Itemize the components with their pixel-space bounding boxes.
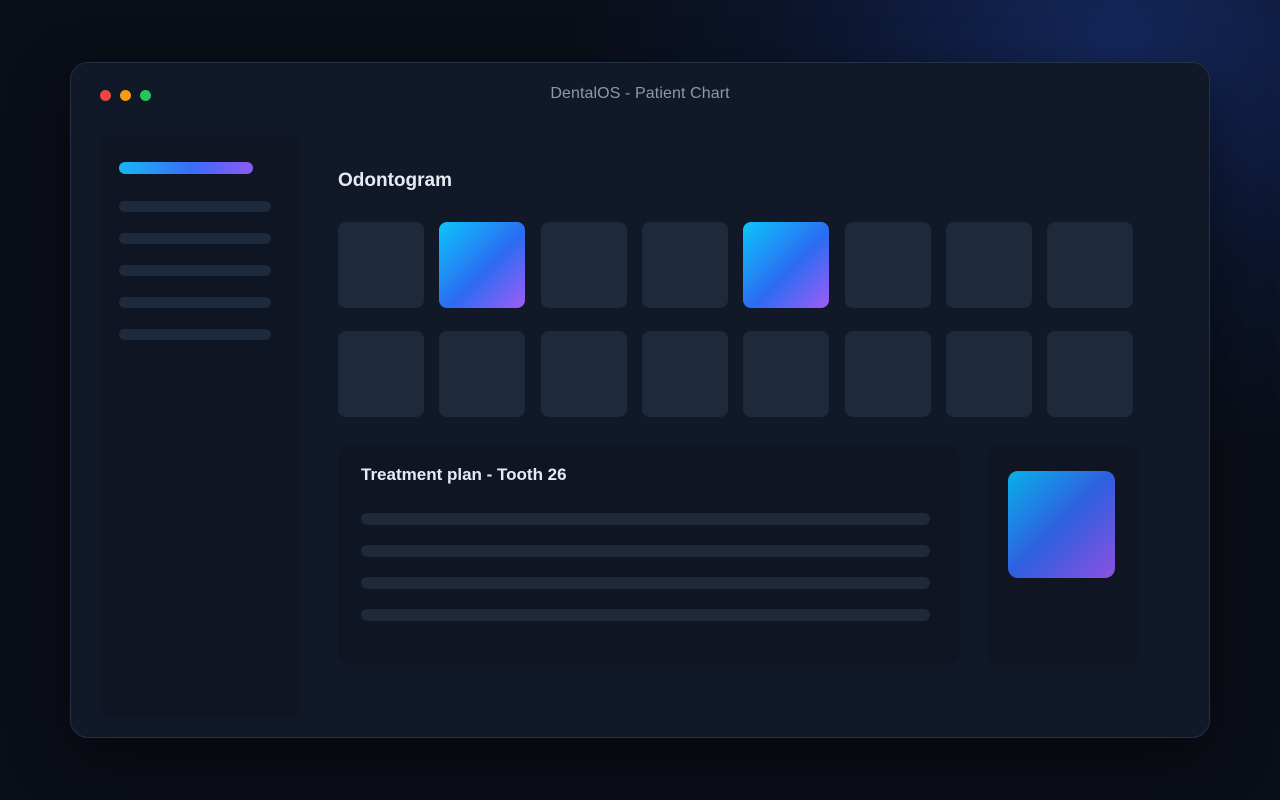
sidebar-item-active[interactable] <box>119 162 253 174</box>
odontogram-heading: Odontogram <box>338 170 452 191</box>
tooth-tile[interactable] <box>541 222 627 308</box>
text-placeholder-line <box>361 545 930 557</box>
tooth-tile[interactable] <box>845 331 931 417</box>
tooth-tile[interactable] <box>541 331 627 417</box>
tooth-tile[interactable] <box>946 331 1032 417</box>
text-placeholder-line <box>361 609 930 621</box>
app-window: DentalOS - Patient Chart Odontogram Trea… <box>70 62 1210 738</box>
sidebar-item[interactable] <box>119 329 271 340</box>
tooth-preview-card <box>987 446 1139 665</box>
tooth-tile[interactable] <box>642 331 728 417</box>
tooth-preview-image[interactable] <box>1008 471 1115 578</box>
tooth-tile[interactable] <box>946 222 1032 308</box>
treatment-plan-title: Treatment plan - Tooth 26 <box>361 465 567 484</box>
tooth-tile[interactable] <box>1047 222 1133 308</box>
sidebar <box>100 136 300 718</box>
sidebar-item[interactable] <box>119 233 271 244</box>
text-placeholder-line <box>361 513 930 525</box>
sidebar-item[interactable] <box>119 201 271 212</box>
tooth-tile[interactable] <box>338 222 424 308</box>
treatment-plan-panel: Treatment plan - Tooth 26 <box>338 446 960 665</box>
tooth-tile[interactable] <box>642 222 728 308</box>
sidebar-item[interactable] <box>119 265 271 276</box>
tooth-tile-selected[interactable] <box>439 222 525 308</box>
tooth-tile[interactable] <box>845 222 931 308</box>
tooth-tile-selected[interactable] <box>743 222 829 308</box>
window-title: DentalOS - Patient Chart <box>550 85 730 102</box>
sidebar-item[interactable] <box>119 297 271 308</box>
tooth-tile[interactable] <box>743 331 829 417</box>
tooth-tile[interactable] <box>1047 331 1133 417</box>
tooth-tile[interactable] <box>338 331 424 417</box>
tooth-tile[interactable] <box>439 331 525 417</box>
text-placeholder-line <box>361 577 930 589</box>
